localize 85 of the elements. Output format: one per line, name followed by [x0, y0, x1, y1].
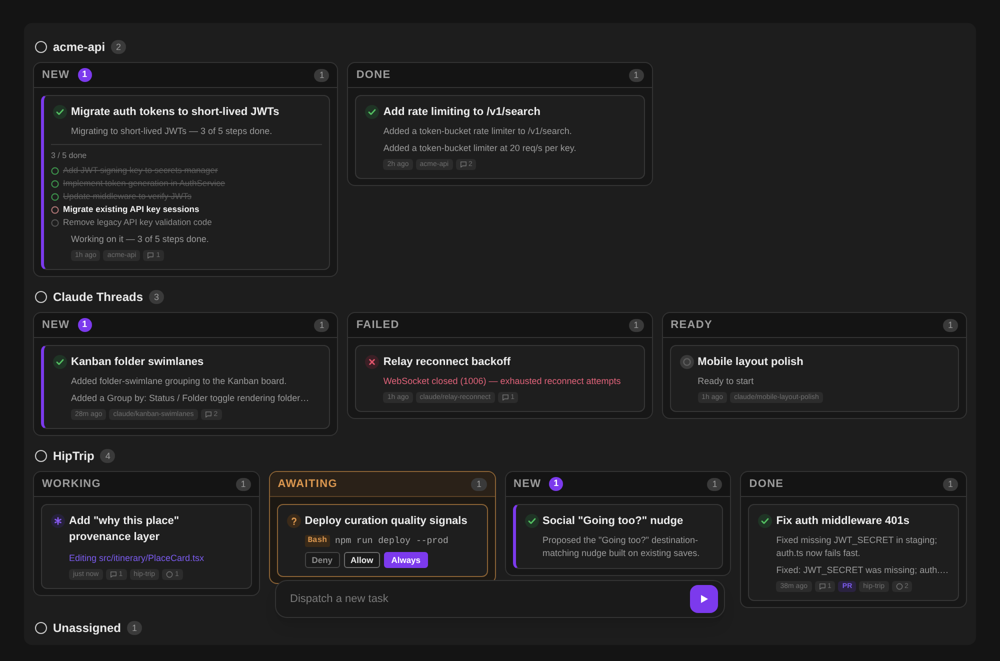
- count-badge: 1: [471, 478, 486, 490]
- step-text: Update middleware to verify JWTs: [63, 190, 192, 203]
- tool-tag: Bash: [304, 535, 330, 547]
- card-description: Fixed missing JWT_SECRET in staging; auth.ts now fails fast.: [775, 534, 938, 560]
- comment-icon: [204, 411, 212, 418]
- group-name: HipTrip: [53, 448, 94, 464]
- cross-icon: [365, 355, 380, 369]
- unread-badge: 1: [549, 477, 564, 491]
- column-title: NEW: [42, 318, 70, 333]
- count-badge: 1: [127, 621, 142, 635]
- comment-icon: [818, 583, 826, 590]
- card-description: Added a Group by: Status / Folder toggle rendering folder…: [70, 392, 310, 405]
- column-title: NEW: [514, 476, 542, 492]
- column-title: WORKING: [42, 476, 102, 492]
- card-title: Mobile layout polish: [698, 355, 804, 370]
- comment-icon: [460, 161, 467, 168]
- group-name: acme-api: [53, 39, 106, 55]
- check-icon: [53, 355, 67, 369]
- group-name: Unassigned: [53, 620, 122, 636]
- check-icon: [524, 514, 538, 528]
- card-title: Fix auth middleware 401s: [776, 514, 910, 529]
- count-badge: 1: [707, 478, 722, 490]
- count-badge: 3: [149, 290, 164, 304]
- card-title: Add rate limiting to /v1/search: [383, 105, 540, 120]
- progress-label: 3 / 5 done: [51, 151, 87, 161]
- card-description: Migrating to short-lived JWTs — 3 of 5 steps done.: [70, 125, 274, 138]
- comment-icon: [147, 252, 154, 259]
- task-card[interactable]: Deploy curation quality signals Bash npm run deploy --prod Deny Allow Always: [276, 504, 488, 577]
- step-text: Implement token generation in AuthService: [63, 177, 226, 190]
- column-title: AWAITING: [278, 476, 338, 492]
- step-text: Remove legacy API key validation code: [63, 216, 212, 229]
- check-icon: [365, 105, 380, 119]
- unread-badge: 1: [78, 68, 92, 82]
- count-badge: 1: [942, 478, 958, 490]
- card-title: Deploy curation quality signals: [304, 514, 468, 529]
- card-description: Proposed the "Going too?" destination-matching nudge built on existing saves.: [542, 534, 701, 560]
- error-message: WebSocket closed (1006) — exhausted reconnect attempts: [382, 375, 622, 388]
- send-button[interactable]: [690, 585, 718, 613]
- count-badge: 1: [942, 318, 958, 332]
- ring-icon: [896, 583, 903, 590]
- card-title: Relay reconnect backoff: [383, 355, 510, 370]
- asterisk-icon: [51, 514, 65, 528]
- card-description: Fixed: JWT_SECRET was missing; auth.…: [775, 564, 950, 577]
- column-title: NEW: [42, 68, 70, 83]
- check-icon: [53, 105, 67, 119]
- card-description: Ready to start: [696, 375, 755, 388]
- count-badge: 4: [100, 449, 116, 463]
- action-button[interactable]: Always: [384, 552, 428, 568]
- comment-icon: [502, 394, 509, 401]
- card-description: Added a token-bucket limiter at 20 req/s per key.: [382, 142, 578, 155]
- ring-icon: [166, 571, 173, 578]
- card-title: Social "Going too?" nudge: [542, 514, 684, 529]
- count-badge: 1: [628, 318, 644, 332]
- count-badge: 2: [111, 40, 126, 54]
- step-text: Add JWT signing key to secrets manager: [63, 164, 218, 177]
- column-title: DONE: [749, 476, 784, 492]
- comment-icon: [110, 571, 117, 578]
- task-card[interactable]: Social "Going too?" nudge Proposed the "Going too?" destination-matching nudge built on existing saves.: [512, 504, 724, 569]
- count-badge: 1: [314, 318, 330, 332]
- task-input[interactable]: Dispatch a new task: [290, 586, 682, 612]
- card-description: Working on it — 3 of 5 steps done.: [70, 233, 210, 246]
- question-icon: [286, 514, 301, 528]
- count-badge: 1: [314, 68, 330, 82]
- count-badge: 1: [628, 68, 644, 82]
- count-badge: 1: [236, 478, 251, 490]
- task-card[interactable]: [41, 95, 330, 270]
- column-title: FAILED: [356, 318, 400, 333]
- play-icon: [699, 594, 709, 604]
- file-link[interactable]: Editing src/itinerary/PlaceCard.tsx: [69, 553, 204, 563]
- group-name: Claude Threads: [53, 289, 144, 305]
- dispatch-field[interactable]: Dispatch a new task: [275, 580, 725, 618]
- unread-badge: 1: [78, 318, 92, 332]
- action-button[interactable]: Allow: [344, 552, 380, 568]
- circle-icon: [680, 355, 694, 369]
- card-title: Kanban folder swimlanes: [71, 355, 204, 370]
- column-title: DONE: [356, 68, 391, 83]
- card-description: Added folder-swimlane grouping to the Kanban board.: [70, 375, 288, 388]
- card-title: Add "why this place" provenance layer: [69, 514, 180, 545]
- step-text: Migrate existing API key sessions: [63, 203, 200, 216]
- card-description: Added a token-bucket rate limiter to /v1/search.: [382, 125, 573, 138]
- command-text: npm run deploy --prod: [334, 535, 448, 547]
- check-icon: [758, 514, 772, 528]
- action-button[interactable]: Deny: [304, 552, 340, 568]
- column-title: READY: [670, 318, 712, 333]
- card-title: Migrate auth tokens to short-lived JWTs: [71, 105, 280, 120]
